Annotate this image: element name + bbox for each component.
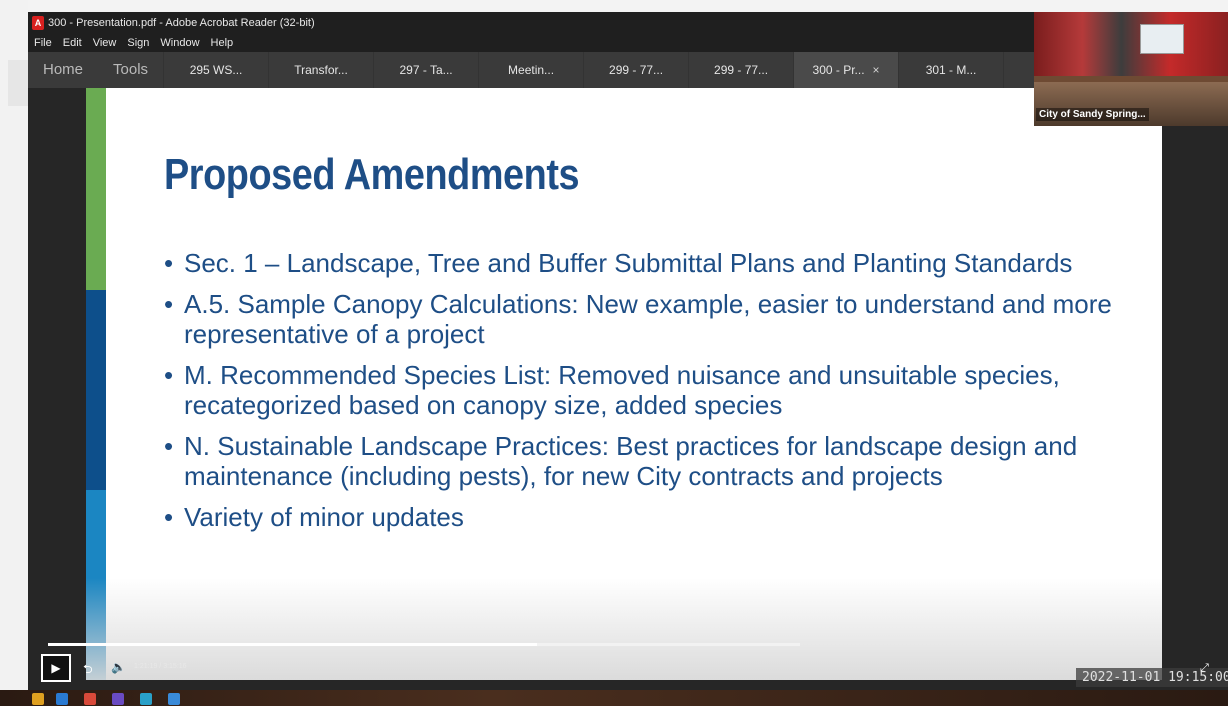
doc-tab[interactable]: 297 - Ta... [373, 52, 478, 88]
play-button[interactable]: ▶ [41, 654, 71, 682]
video-player-controls: ▶ ⮌ 🔈 1:21:19 / 3:15:16 2022-11-01 19:15… [28, 640, 1228, 690]
app-icon[interactable] [112, 693, 124, 705]
acrobat-pdf-icon: A [32, 16, 44, 30]
doc-tab[interactable]: 299 - 77... [583, 52, 688, 88]
desktop-mark [8, 60, 28, 106]
slide-bullet: A.5. Sample Canopy Calculations: New exa… [164, 289, 1124, 349]
browser-icon[interactable] [84, 693, 96, 705]
slide-title: Proposed Amendments [164, 150, 580, 199]
meeting-room-wall [1034, 12, 1228, 82]
tab-tools[interactable]: Tools [98, 52, 163, 88]
app-icon[interactable] [56, 693, 68, 705]
doc-tab[interactable]: 299 - 77... [688, 52, 793, 88]
tab-home[interactable]: Home [28, 52, 98, 88]
slide-band-green [86, 88, 106, 290]
doc-tab[interactable]: 295 WS... [163, 52, 268, 88]
menu-edit[interactable]: Edit [57, 34, 87, 52]
slide-bullet: N. Sustainable Landscape Practices: Best… [164, 431, 1124, 491]
loop-icon[interactable]: ⮌ [83, 660, 93, 681]
play-icon: ▶ [51, 661, 61, 675]
menu-help[interactable]: Help [205, 34, 239, 52]
taskbar [0, 690, 1228, 706]
screen: A 300 - Presentation.pdf - Adobe Acrobat… [0, 0, 1228, 706]
menu-file[interactable]: File [28, 34, 57, 52]
doc-tab-active[interactable]: 300 - Pr... × [793, 52, 899, 88]
projector-screen [1140, 24, 1184, 54]
app-icon[interactable] [168, 693, 180, 705]
doc-tab-label: Transfor... [294, 63, 348, 77]
doc-tab-label: 295 WS... [189, 63, 243, 77]
doc-tab-label: Meetin... [508, 63, 555, 77]
app-icon[interactable] [140, 693, 152, 705]
webcam-thumbnail[interactable]: City of Sandy Spring... [1034, 12, 1228, 126]
doc-tab-label: 301 - M... [925, 63, 977, 77]
slide-bullet: Variety of minor updates [164, 502, 1124, 532]
slide-bullet-list: Sec. 1 – Landscape, Tree and Buffer Subm… [164, 248, 1124, 543]
doc-tab-label: 299 - 77... [609, 63, 664, 77]
doc-tab[interactable]: 301 - M... [898, 52, 1003, 88]
progress-fill [48, 643, 537, 646]
progress-bar[interactable] [48, 643, 800, 646]
slide-bullet: Sec. 1 – Landscape, Tree and Buffer Subm… [164, 248, 1124, 278]
doc-tab-label: 300 - Pr... [812, 63, 865, 77]
menu-view[interactable]: View [87, 34, 122, 52]
document-viewer[interactable]: Proposed Amendments Sec. 1 – Landscape, … [28, 88, 1228, 690]
expand-icon[interactable]: ⤢ [1200, 662, 1209, 675]
doc-tab[interactable]: Transfor... [268, 52, 373, 88]
slide-page: Proposed Amendments Sec. 1 – Landscape, … [86, 88, 1162, 680]
file-explorer-icon[interactable] [32, 693, 44, 705]
window-title: 300 - Presentation.pdf - Adobe Acrobat R… [48, 17, 315, 29]
menu-window[interactable]: Window [154, 34, 204, 52]
doc-tab-label: 297 - Ta... [399, 63, 453, 77]
close-tab-icon[interactable]: × [873, 63, 880, 77]
doc-tab-label: 299 - 77... [714, 63, 769, 77]
doc-tab[interactable]: Meetin... [478, 52, 583, 88]
time-readout: 1:21:19 / 3:15:16 [134, 663, 187, 670]
desktop-edge [0, 0, 28, 690]
menu-sign[interactable]: Sign [121, 34, 154, 52]
slide-band-navy [86, 290, 106, 490]
webcam-caption: City of Sandy Spring... [1036, 108, 1149, 121]
volume-icon[interactable]: 🔈 [111, 660, 126, 674]
slide-bullet: M. Recommended Species List: Removed nui… [164, 360, 1124, 420]
